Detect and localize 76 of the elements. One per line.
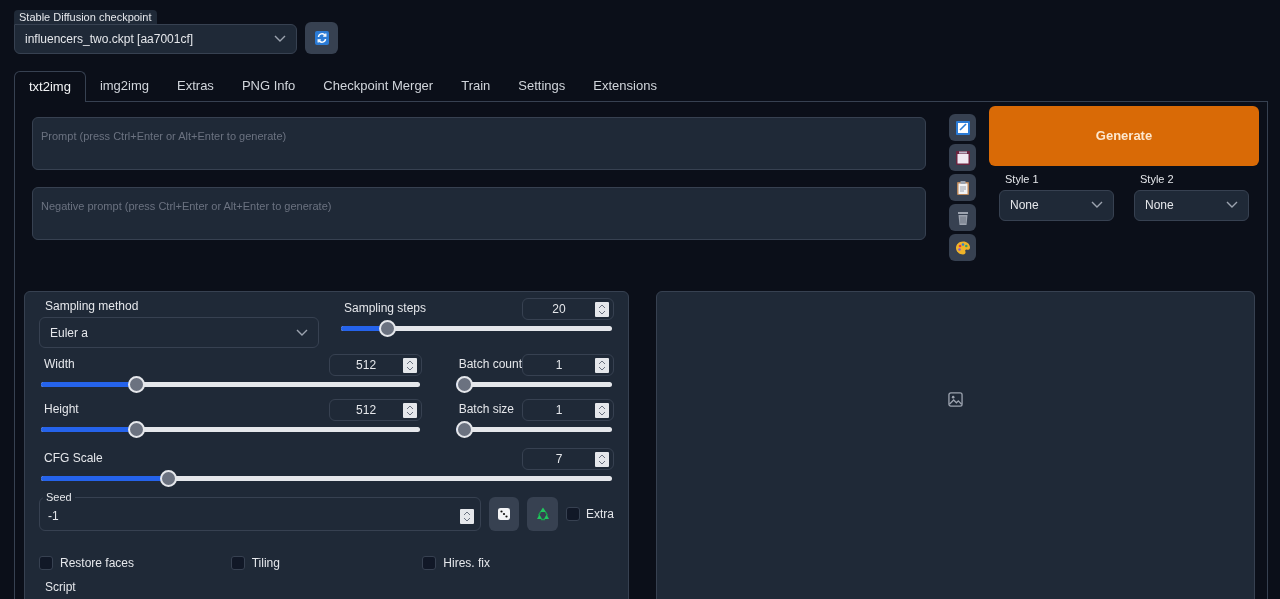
- recycle-icon: [534, 506, 551, 522]
- tab[interactable]: Train: [447, 70, 505, 101]
- field-label: Sampling method: [44, 298, 140, 315]
- slider-track[interactable]: [41, 376, 420, 393]
- checkbox-label: Hires. fix: [443, 555, 490, 571]
- tool-button[interactable]: [949, 234, 976, 261]
- number-field[interactable]: 1: [522, 399, 614, 421]
- spinner-icon[interactable]: [595, 402, 609, 418]
- dice-button[interactable]: [488, 497, 520, 531]
- spinner-icon[interactable]: [595, 451, 609, 467]
- checkbox[interactable]: [565, 507, 580, 521]
- slider-thumb[interactable]: [455, 376, 473, 393]
- refresh-button[interactable]: [305, 22, 338, 54]
- tab[interactable]: Extras: [163, 70, 228, 101]
- chevron-down-icon: [296, 328, 308, 337]
- slider-thumb[interactable]: [455, 421, 473, 438]
- checkbox-icon: [954, 119, 971, 136]
- checkbox-label: Extra: [585, 506, 614, 522]
- slider-track[interactable]: [455, 421, 612, 438]
- slider-thumb[interactable]: [379, 320, 397, 337]
- style-dropdown[interactable]: None: [1134, 189, 1249, 221]
- spinner-icon[interactable]: [595, 301, 609, 317]
- palette-icon: [954, 239, 971, 256]
- tab[interactable]: Settings: [504, 70, 580, 101]
- field-label: Stable Diffusion checkpoint: [14, 10, 157, 24]
- tool-button[interactable]: [949, 144, 976, 171]
- field-label: Seed: [43, 491, 75, 504]
- spinner-icon[interactable]: [595, 357, 609, 373]
- tool-button[interactable]: [949, 114, 976, 141]
- tab[interactable]: img2img: [85, 70, 164, 101]
- number-field[interactable]: 1: [522, 354, 614, 376]
- checkbox[interactable]: [422, 556, 437, 570]
- spinner-icon[interactable]: [402, 402, 417, 418]
- slider-track[interactable]: [41, 470, 612, 487]
- slider-label: Height: [43, 401, 79, 417]
- chevron-down-icon: [274, 35, 286, 43]
- slider-label: CFG Scale: [43, 450, 103, 466]
- slider-label: Batch size: [457, 401, 514, 417]
- sampling-method-dropdown[interactable]: Euler a: [39, 317, 319, 348]
- tool-button[interactable]: [949, 174, 976, 201]
- tab[interactable]: PNG Info: [227, 70, 310, 101]
- checkbox[interactable]: [230, 556, 245, 570]
- chevron-down-icon: [1226, 201, 1238, 209]
- field-label: Style 1: [1004, 172, 1040, 187]
- checkpoint-dropdown[interactable]: influencers_two.ckpt [aa7001cf]: [14, 24, 297, 54]
- slider-track[interactable]: [341, 320, 612, 337]
- slider-thumb[interactable]: [127, 376, 145, 393]
- number-field[interactable]: 20: [522, 298, 614, 320]
- style-dropdown[interactable]: None: [999, 189, 1114, 221]
- recycle-button[interactable]: [527, 497, 558, 531]
- tab[interactable]: Checkpoint Merger: [309, 70, 448, 101]
- slider-label: Width: [43, 356, 75, 372]
- slider-label: Sampling steps: [343, 300, 427, 316]
- field-label: Style 2: [1139, 172, 1175, 187]
- slider-track[interactable]: [455, 376, 612, 393]
- checkbox-label: Restore faces: [60, 555, 135, 571]
- slider-thumb[interactable]: [127, 421, 145, 438]
- checkbox-label: Tiling: [251, 555, 280, 571]
- tab[interactable]: Extensions: [579, 70, 671, 101]
- slider-label: Batch count: [457, 356, 522, 372]
- tab[interactable]: txt2img: [14, 71, 86, 102]
- slider-thumb[interactable]: [160, 470, 178, 487]
- field-label: Script: [44, 579, 76, 595]
- spinner-icon[interactable]: [459, 508, 474, 524]
- clipboard-icon: [954, 179, 971, 196]
- number-field[interactable]: 7: [522, 448, 614, 470]
- refresh-icon: [314, 31, 329, 45]
- number-field[interactable]: 512: [328, 354, 422, 376]
- checkbox[interactable]: [39, 556, 53, 570]
- tool-button[interactable]: [949, 204, 976, 231]
- spinner-icon[interactable]: [402, 357, 417, 373]
- number-field[interactable]: 512: [328, 399, 422, 421]
- chevron-down-icon: [1091, 201, 1103, 209]
- image-icon: [948, 392, 963, 407]
- dice-icon: [496, 507, 511, 521]
- slider-track[interactable]: [41, 421, 420, 438]
